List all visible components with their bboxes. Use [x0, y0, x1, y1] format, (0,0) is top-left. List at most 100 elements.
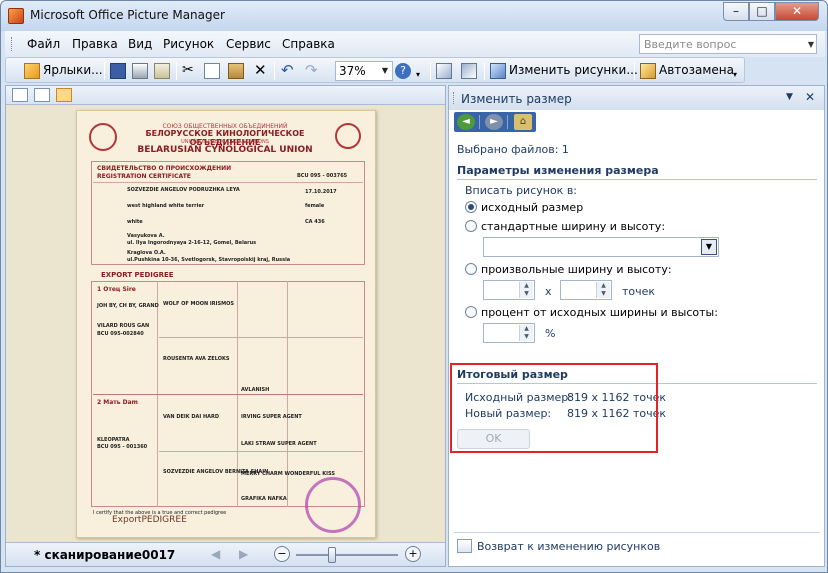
help-button[interactable]: ? [395, 61, 414, 81]
minimize-button[interactable]: – [723, 2, 749, 21]
doc-row-line [159, 451, 363, 452]
menu-edit[interactable]: Правка [72, 37, 118, 51]
doc-color: white [127, 219, 143, 225]
doc-owner-addr: ul.Pushkina 10-36, Svetlogorsk, Stavropo… [127, 257, 291, 263]
thumbnail-view-button[interactable] [12, 88, 28, 102]
zoom-out-icon[interactable]: − [274, 546, 290, 562]
doc-kleopatra-no: BCU 095 - 001360 [97, 444, 148, 450]
doc-line [93, 182, 363, 183]
stepper-arrows-icon[interactable]: ▲ ▼ [519, 282, 533, 298]
doc-dog-name: SOZVEZDIE ANGELOV PODRUZHKA LEYA [127, 187, 240, 193]
standard-size-select[interactable]: ▼ [483, 237, 719, 257]
help-placeholder: Введите вопрос [644, 38, 737, 51]
close-icon[interactable]: ✕ [805, 90, 815, 104]
doc-breeder: Vasyukova A. [127, 233, 165, 239]
stepper-arrows-icon[interactable]: ▲ ▼ [596, 282, 610, 298]
separator [454, 532, 820, 533]
current-file-name: * сканирование0017 [34, 548, 176, 562]
undo-button[interactable]: ↶ [281, 61, 294, 81]
task-pane-title: Изменить размер [461, 92, 572, 106]
separator [479, 115, 480, 129]
doc-row-line [159, 337, 363, 338]
custom-height-stepper[interactable]: ▲ ▼ [560, 280, 612, 300]
doc-footer: ExportPEDIGREE [112, 515, 187, 525]
toolbar: Ярлыки... ✂ ✕ ↶ ↷ 37% ▼ ? ▾ Изменить рис… [5, 57, 745, 83]
app-window: Microsoft Office Picture Manager – □ ✕ Ф… [0, 0, 828, 573]
chevron-down-icon[interactable]: ▼ [701, 239, 717, 255]
pane-menu-icon[interactable]: ▼ [786, 92, 793, 102]
radio-percent[interactable] [465, 306, 477, 318]
filmstrip-view-button[interactable] [34, 88, 50, 102]
custom-width-stepper[interactable]: ▲ ▼ [483, 280, 535, 300]
delete-x-icon: ✕ [254, 61, 267, 79]
edit-pictures-icon[interactable] [457, 539, 472, 553]
pane-grip-icon[interactable] [453, 92, 456, 104]
rotate-right-icon [461, 62, 477, 79]
delete-button[interactable]: ✕ [254, 61, 267, 81]
separator [484, 62, 485, 80]
shortcuts-button[interactable]: Ярлыки... [24, 61, 103, 81]
copy-button[interactable] [204, 61, 223, 81]
rotate-left-button[interactable] [436, 61, 455, 81]
task-pane-header: Изменить размер ▼ ✕ [449, 86, 824, 110]
menu-view[interactable]: Вид [128, 37, 152, 51]
zoom-slider-thumb[interactable] [327, 547, 336, 563]
separator [274, 62, 275, 80]
zoom-select[interactable]: 37% ▼ [335, 61, 393, 81]
rotate-left-icon [436, 62, 452, 79]
doc-tattoo: CA 436 [305, 219, 325, 225]
forward-arrow-icon[interactable]: ► [485, 114, 503, 130]
doc-irving: IRVING SUPER AGENT [241, 414, 302, 420]
paste-button[interactable] [228, 61, 247, 81]
close-button[interactable]: ✕ [775, 2, 819, 21]
zoom-slider-track[interactable] [296, 554, 398, 556]
menu-grip-icon[interactable] [11, 37, 14, 51]
undo-icon: ↶ [281, 61, 294, 79]
single-picture-view-button[interactable] [56, 88, 72, 102]
toolbar-options-button[interactable]: ▾ [416, 65, 420, 85]
back-arrow-icon[interactable]: ◄ [457, 114, 475, 130]
doc-row-line [93, 394, 363, 395]
percent-stepper[interactable]: ▲ ▼ [483, 323, 535, 343]
edit-pictures-button[interactable]: Изменить рисунки... [490, 61, 638, 81]
autocorrect-button[interactable]: Автозамена [640, 61, 734, 81]
back-to-edit-link[interactable]: Возврат к изменению рисунков [477, 540, 660, 553]
separator [507, 115, 508, 129]
rotate-right-button[interactable] [461, 61, 480, 81]
redo-button[interactable]: ↷ [305, 61, 318, 81]
standard-size-label: стандартные ширину и высоту: [481, 220, 666, 233]
doc-wolf: WOLF OF MOON IRISMOS [163, 301, 234, 307]
chevron-down-icon[interactable]: ▼ [808, 40, 814, 49]
menu-tools[interactable]: Сервис [226, 37, 271, 51]
radio-standard-size[interactable] [465, 220, 477, 232]
cut-button[interactable]: ✂ [182, 61, 194, 81]
home-icon[interactable]: ⌂ [514, 114, 532, 130]
previous-picture-icon[interactable]: ◀ [211, 547, 220, 561]
next-picture-icon[interactable]: ▶ [239, 547, 248, 561]
menu-file[interactable]: Файл [27, 37, 60, 51]
save-button[interactable] [110, 61, 129, 81]
stepper-arrows-icon[interactable]: ▲ ▼ [519, 325, 533, 341]
autocorrect-label: Автозамена [659, 63, 734, 77]
save-icon [110, 62, 126, 79]
doc-cert-ru: СВИДЕТЕЛЬСТВО О ПРОИСХОЖДЕНИИ [97, 165, 232, 172]
print-button[interactable] [132, 61, 151, 81]
radio-custom-size[interactable] [465, 263, 477, 275]
picture-canvas[interactable]: СОЮЗ ОБЩЕСТВЕННЫХ ОБЪЕДИНЕНИЙ БЕЛОРУССКО… [6, 105, 445, 542]
maximize-button[interactable]: □ [749, 2, 775, 21]
doc-sire: JOH BY, CH BY, GRAND [97, 303, 159, 309]
email-button[interactable] [154, 61, 173, 81]
shortcuts-icon [24, 62, 40, 79]
doc-kleopatra: KLEOPATRA [97, 437, 130, 443]
toolbar-options-button-2[interactable]: ▾ [733, 65, 737, 85]
menu-picture[interactable]: Рисунок [163, 37, 214, 51]
radio-original-size[interactable] [465, 201, 477, 213]
resize-task-pane: Изменить размер ▼ ✕ ◄ ► ⌂ Выбрано файлов… [448, 85, 825, 567]
zoom-in-icon[interactable]: + [405, 546, 421, 562]
task-pane-nav: ◄ ► ⌂ [454, 112, 536, 132]
chevron-down-icon[interactable]: ▼ [379, 64, 391, 78]
menu-help[interactable]: Справка [282, 37, 335, 51]
doc-grafika: GRAFIKA NAFKA [241, 496, 287, 502]
paste-icon [228, 62, 244, 79]
help-search-input[interactable]: Введите вопрос ▼ [639, 34, 817, 54]
